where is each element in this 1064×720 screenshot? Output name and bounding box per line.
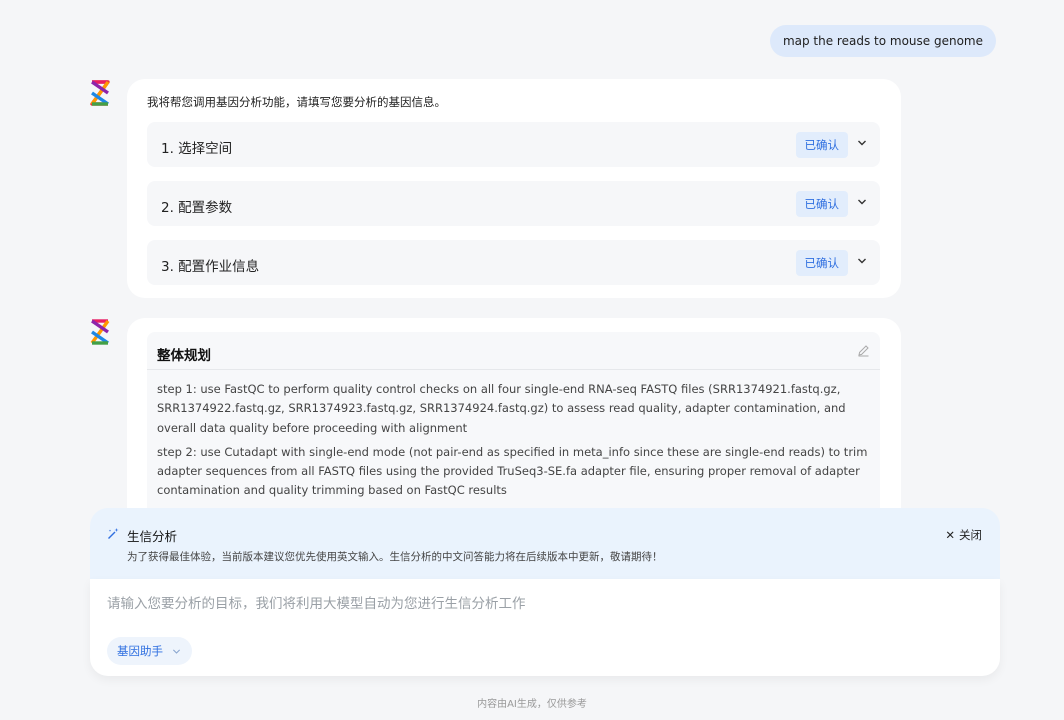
plan-title: 整体规划 — [157, 348, 211, 364]
bio-analysis-notice: 生信分析 为了获得最佳体验，当前版本建议您优先使用英文输入。生信分析的中文问答能… — [90, 508, 1000, 580]
ai-disclaimer: 内容由AI生成，仅供参考 — [477, 699, 587, 710]
gene-assistant-button[interactable]: 基因助手 — [107, 637, 192, 665]
step-title: 3. 配置作业信息 — [161, 259, 260, 275]
user-message-text: map the reads to mouse genome — [782, 34, 983, 48]
step-panel-config-params[interactable]: 2. 配置参数 已确认 — [147, 181, 880, 226]
notice-subtitle: 为了获得最佳体验，当前版本建议您优先使用英文输入。生信分析的中文问答能力将在后续… — [127, 551, 663, 563]
magic-wand-icon — [108, 528, 119, 539]
close-icon: ✕ — [945, 528, 955, 542]
assistant-intro-text: 我将帮您调用基因分析功能，请填写您要分析的基因信息。 — [147, 95, 446, 109]
step-title: 2. 配置参数 — [161, 200, 233, 216]
chevron-down-icon[interactable] — [857, 256, 867, 266]
chevron-down-icon[interactable] — [857, 138, 867, 148]
chat-input-box: 基因助手 — [90, 579, 1000, 676]
plan-step: step 2: use Cutadapt with single-end mod… — [157, 444, 868, 498]
close-label: 关闭 — [959, 528, 982, 542]
chevron-down-icon[interactable] — [857, 197, 867, 207]
status-badge: 已确认 — [795, 132, 848, 158]
logo-icon — [90, 80, 110, 106]
status-badge: 已确认 — [795, 250, 848, 276]
step-panel-job-info[interactable]: 3. 配置作业信息 已确认 — [147, 240, 880, 285]
step-panel-select-space[interactable]: 1. 选择空间 已确认 — [147, 122, 880, 167]
edit-icon[interactable] — [857, 344, 870, 357]
assistant-message-card: 我将帮您调用基因分析功能，请填写您要分析的基因信息。 1. 选择空间 已确认 2… — [127, 79, 901, 298]
close-notice-button[interactable]: ✕ 关闭 — [945, 527, 982, 543]
logo-icon — [90, 319, 110, 345]
plan-header: 整体规划 — [147, 332, 880, 370]
plan-body: step 1: use FastQC to perform quality co… — [147, 370, 880, 516]
status-badge: 已确认 — [795, 191, 848, 217]
user-message-bubble: map the reads to mouse genome — [769, 25, 996, 57]
gene-assistant-label: 基因助手 — [117, 644, 163, 658]
notice-title: 生信分析 — [127, 529, 178, 544]
step-title: 1. 选择空间 — [161, 141, 233, 157]
chat-input[interactable] — [107, 593, 967, 615]
plan-step: step 1: use FastQC to perform quality co… — [157, 382, 846, 435]
chevron-down-icon — [172, 649, 180, 654]
